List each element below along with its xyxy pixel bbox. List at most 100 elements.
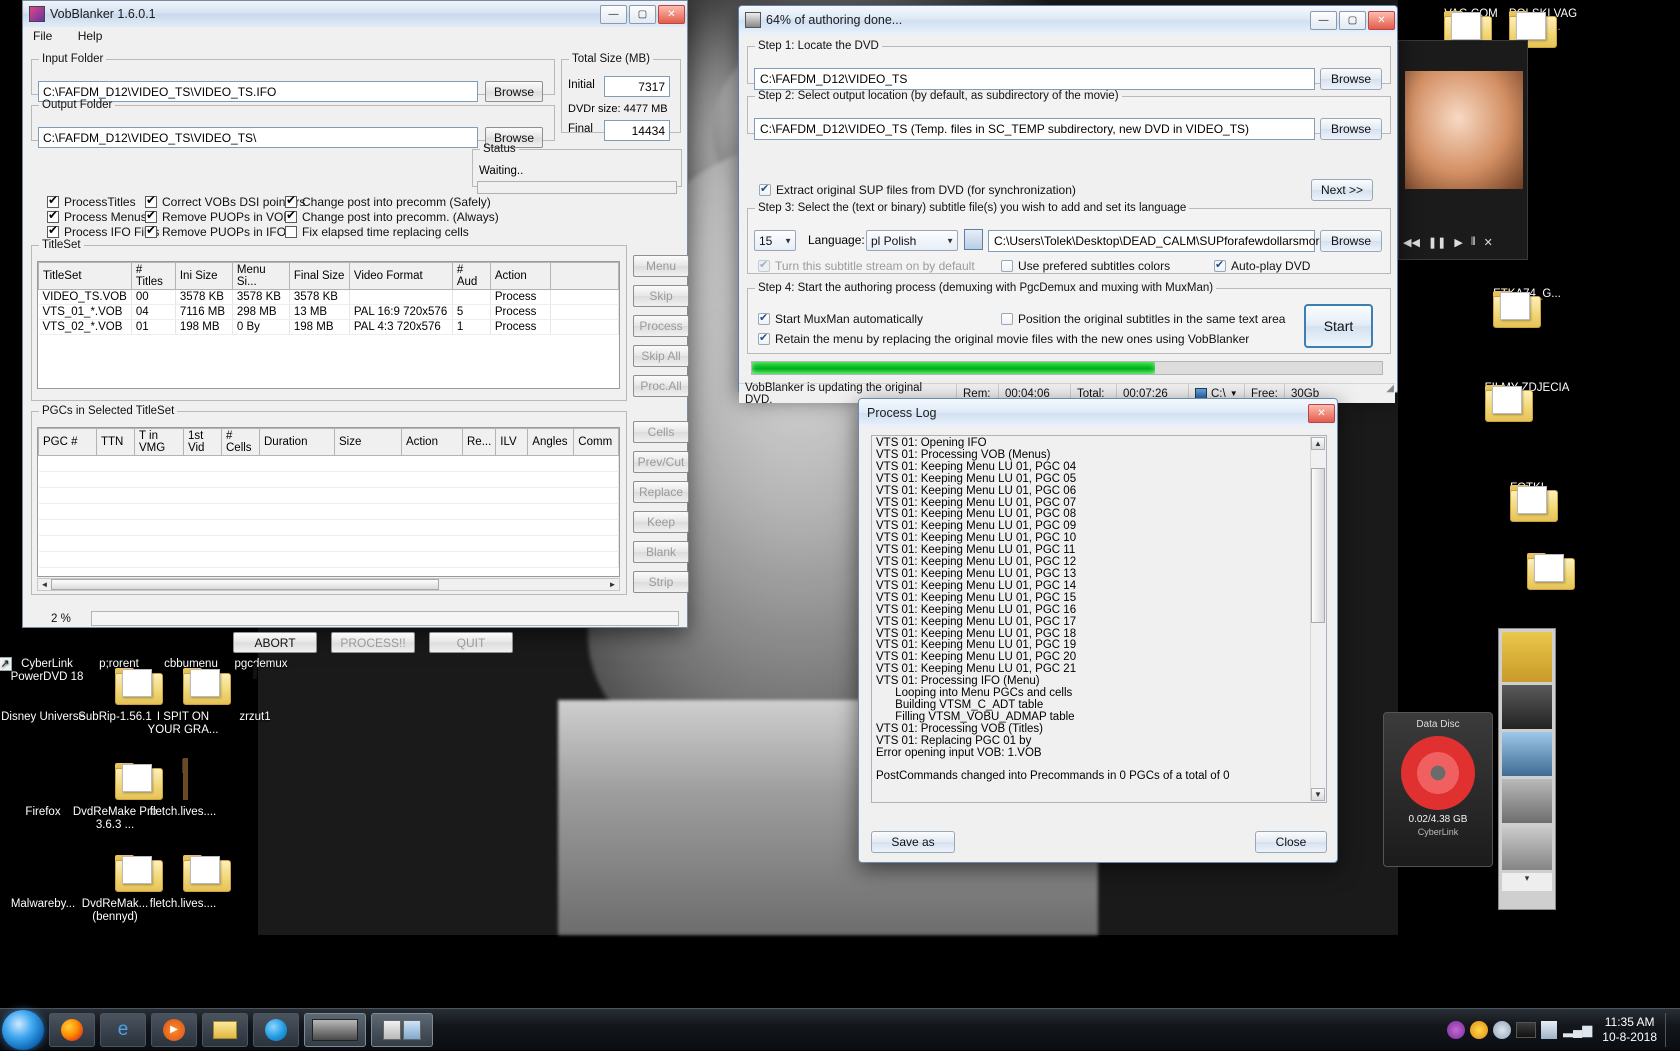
media-player-controls[interactable]: ◀◀ ❚❚ ▶ ⦀ ✕ — [1403, 233, 1525, 251]
step2-path-field[interactable]: C:\FAFDM_D12\VIDEO_TS (Temp. files in SC… — [754, 118, 1315, 140]
next-icon[interactable]: ▶ — [1454, 236, 1462, 249]
explorer-thumbnail-strip[interactable]: ▾ — [1498, 628, 1556, 910]
checkbox[interactable] — [145, 196, 157, 208]
window-controls[interactable]: — ▢ ✕ — [1310, 11, 1395, 30]
process-log-scrollbar[interactable]: ▲ ▼ — [1310, 437, 1325, 801]
col-1st-vid[interactable]: 1st Vid — [184, 429, 222, 456]
col-comm[interactable]: Comm — [574, 429, 619, 456]
checkbox[interactable] — [759, 184, 771, 196]
col-action[interactable]: Action — [490, 263, 550, 290]
col-num-titles[interactable]: # Titles — [131, 263, 175, 290]
checkbox[interactable] — [145, 211, 157, 223]
scroll-down-icon[interactable]: ▾ — [1502, 873, 1552, 891]
replace-button[interactable]: Replace — [633, 481, 689, 503]
option-remove-puops-vobs[interactable]: Remove PUOPs in VOBs — [145, 210, 297, 224]
minimize-button[interactable]: — — [1310, 11, 1337, 30]
option-fix-elapsed-time[interactable]: Fix elapsed time replacing cells — [285, 225, 469, 239]
desktop-icon-fletch-lives-folder[interactable]: fletch.lives.... — [140, 852, 226, 911]
process-log-titlebar[interactable]: Process Log ✕ — [859, 399, 1337, 427]
output-folder-field[interactable]: C:\FAFDM_D12\VIDEO_TS\VIDEO_TS\ — [38, 127, 478, 148]
close-button[interactable]: ✕ — [1368, 11, 1395, 30]
checkbox[interactable] — [285, 226, 297, 238]
process-log-window[interactable]: Process Log ✕ VTS 01: Opening IFO VTS 01… — [858, 398, 1338, 863]
save-as-button[interactable]: Save as — [871, 831, 955, 853]
keep-button[interactable]: Keep — [633, 511, 689, 533]
desktop-icon-fletch-lives-archive[interactable]: fletch.lives.... — [140, 760, 226, 819]
close-button[interactable]: ✕ — [1308, 404, 1335, 423]
col-menu-size[interactable]: Menu Si... — [232, 263, 289, 290]
skip-button[interactable]: Skip — [633, 285, 689, 307]
process-log-textarea[interactable]: VTS 01: Opening IFO VTS 01: Processing V… — [871, 435, 1327, 803]
taskbar-vobblanker[interactable] — [304, 1013, 366, 1047]
minimize-button[interactable]: — — [600, 5, 627, 24]
table-row[interactable]: VIDEO_TS.VOB 00 3578 KB 3578 KB 3578 KB … — [39, 290, 619, 305]
start-button[interactable]: Start — [1304, 304, 1373, 348]
option-correct-vobs-dsi[interactable]: Correct VOBs DSI pointers — [145, 195, 305, 209]
pgcs-horizontal-scrollbar[interactable]: ◄ ► — [37, 578, 620, 591]
checkbox[interactable] — [47, 226, 59, 238]
checkbox[interactable] — [145, 226, 157, 238]
extract-sup-checkbox-row[interactable]: Extract original SUP files from DVD (for… — [759, 183, 1076, 197]
col-re[interactable]: Re... — [463, 429, 496, 456]
col-ini-size[interactable]: Ini Size — [175, 263, 232, 290]
process-button[interactable]: Process — [633, 315, 689, 337]
authoring-titlebar[interactable]: 64% of authoring done... — ▢ ✕ — [739, 6, 1397, 34]
table-row[interactable]: VTS_02_*.VOB 01 198 MB 0 By 198 MB PAL 4… — [39, 320, 619, 335]
subtitle-stream-number-select[interactable]: 15 ▼ — [754, 230, 796, 251]
scrollbar-thumb[interactable] — [51, 579, 439, 590]
start-button[interactable] — [2, 1010, 44, 1050]
option-post-precomm-always[interactable]: Change post into precomm. (Always) — [285, 210, 499, 224]
thumbnail-item[interactable] — [1502, 685, 1552, 729]
checkbox[interactable] — [1214, 260, 1226, 272]
col-final-size[interactable]: Final Size — [289, 263, 349, 290]
vobblanker-window[interactable]: VobBlanker 1.6.0.1 — ▢ ✕ File Help Input… — [22, 0, 688, 628]
option-process-titles[interactable]: ProcessTitles — [47, 195, 136, 209]
pgc-buttons[interactable]: Cells Prev/Cut Replace Keep Blank Strip — [633, 421, 689, 601]
option-process-ifo-files[interactable]: Process IFO Files — [47, 225, 159, 239]
col-angles[interactable]: Angles — [528, 429, 574, 456]
thumbnail-item[interactable] — [1502, 632, 1552, 682]
authoring-window[interactable]: 64% of authoring done... — ▢ ✕ Step 1: L… — [738, 5, 1398, 393]
checkbox[interactable] — [285, 211, 297, 223]
col-pgc-num[interactable]: PGC # — [39, 429, 97, 456]
option-post-precomm-safely[interactable]: Change post into precomm (Safely) — [285, 195, 491, 209]
checkbox[interactable] — [1001, 313, 1013, 325]
taskbar-skype[interactable] — [253, 1013, 299, 1047]
thumbnail-item[interactable] — [1502, 732, 1552, 776]
col-ttn[interactable]: TTN — [97, 429, 135, 456]
table-row[interactable]: VTS_01_*.VOB 04 7116 MB 298 MB 13 MB PAL… — [39, 305, 619, 320]
media-player-window[interactable]: ◀◀ ❚❚ ▶ ⦀ ✕ — [1398, 40, 1528, 260]
step1-browse-button[interactable]: Browse — [1320, 68, 1382, 90]
col-t-in-vmg[interactable]: T in VMG — [135, 429, 184, 456]
start-muxman-checkbox-row[interactable]: Start MuxMan automatically — [758, 312, 923, 326]
col-blank[interactable] — [550, 263, 618, 290]
close-icon[interactable]: ✕ — [1484, 236, 1493, 249]
maximize-button[interactable]: ▢ — [629, 5, 656, 24]
scroll-up-icon[interactable]: ▲ — [1311, 437, 1325, 450]
taskbar-media-player[interactable]: ▶ — [151, 1013, 197, 1047]
scroll-down-icon[interactable]: ▼ — [1311, 788, 1325, 801]
skip-all-button[interactable]: Skip All — [633, 345, 689, 367]
titleset-buttons[interactable]: Menu Skip Process Skip All Proc.All — [633, 255, 689, 405]
network-icon[interactable]: ▂▄▆ — [1563, 1022, 1592, 1038]
desktop-icon-etka74[interactable]: ETKA74_G... — [1484, 288, 1570, 301]
menu-help[interactable]: Help — [78, 29, 103, 43]
scrollbar-thumb[interactable] — [1311, 468, 1325, 623]
col-action[interactable]: Action — [402, 429, 463, 456]
vobblanker-menubar[interactable]: File Help — [23, 27, 687, 47]
taskbar-explorer[interactable] — [202, 1013, 248, 1047]
proc-all-button[interactable]: Proc.All — [633, 375, 689, 397]
close-button[interactable]: ✕ — [658, 5, 685, 24]
checkbox[interactable] — [1001, 260, 1013, 272]
pgcs-table-container[interactable]: PGC # TTN T in VMG 1st Vid # Cells Durat… — [37, 427, 620, 577]
resize-grip-icon[interactable]: ◢ — [1386, 383, 1394, 394]
col-num-aud[interactable]: # Aud — [452, 263, 490, 290]
prefered-colors-checkbox-row[interactable]: Use prefered subtitles colors — [1001, 259, 1170, 273]
menu-button[interactable]: Menu — [633, 255, 689, 277]
blank-button[interactable]: Blank — [633, 541, 689, 563]
system-tray[interactable]: ▂▄▆ 11:35 AM 10-8-2018 — [1442, 1009, 1680, 1051]
wifi-icon[interactable] — [1470, 1021, 1488, 1039]
taskbar-internet-explorer[interactable]: e — [100, 1013, 146, 1047]
save-floppy-icon[interactable] — [964, 229, 983, 250]
titleset-table-container[interactable]: TitleSet # Titles Ini Size Menu Si... Fi… — [37, 261, 620, 389]
